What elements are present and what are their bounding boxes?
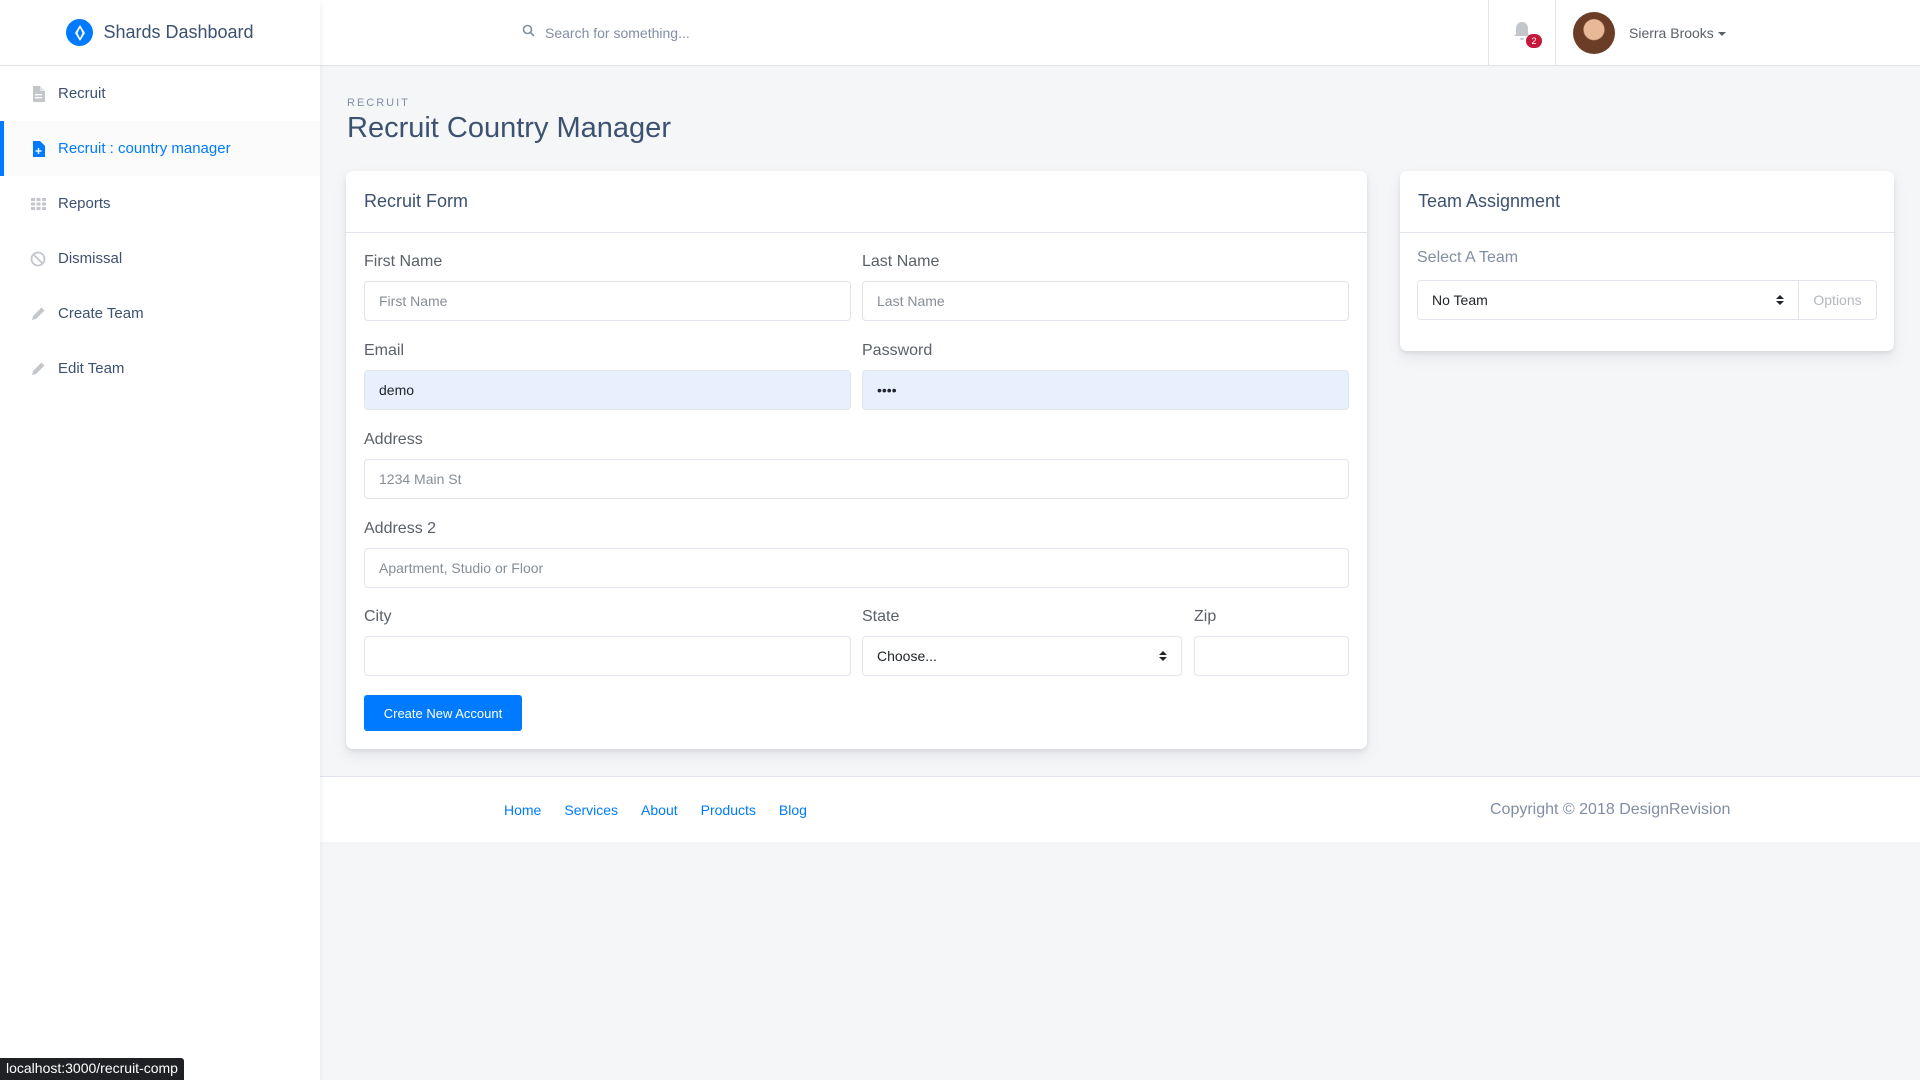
sidebar-item-edit-team[interactable]: Edit Team	[0, 341, 320, 396]
last-name-group: Last Name	[862, 253, 1349, 321]
notification-badge: 2	[1526, 34, 1542, 48]
user-menu[interactable]: Sierra Brooks	[1573, 0, 1726, 66]
notifications-button[interactable]: 2	[1488, 0, 1556, 66]
sidebar-item-create-team[interactable]: Create Team	[0, 286, 320, 341]
page-header: RECRUIT Recruit Country Manager	[347, 97, 671, 145]
footer-link-services[interactable]: Services	[564, 802, 618, 818]
card-title: Team Assignment	[1400, 171, 1894, 233]
sidebar-item-recruit-country-manager[interactable]: Recruit : country manager	[0, 121, 320, 176]
create-account-button[interactable]: Create New Account	[364, 695, 522, 731]
search-bar	[522, 24, 1422, 42]
sidebar-item-reports[interactable]: Reports	[0, 176, 320, 231]
address2-group: Address 2	[364, 520, 1349, 588]
caret-down-icon	[1717, 32, 1726, 37]
options-button[interactable]: Options	[1799, 281, 1876, 319]
footer-link-about[interactable]: About	[641, 802, 678, 818]
address-label: Address	[364, 431, 423, 448]
password-group: Password	[862, 342, 1349, 410]
topbar: 2 Sierra Brooks	[320, 0, 1920, 66]
shards-logo-icon	[66, 19, 94, 46]
password-label: Password	[862, 342, 933, 359]
page-title: Recruit Country Manager	[347, 112, 671, 144]
email-group: Email	[364, 342, 851, 410]
status-bar-url: localhost:3000/recruit-comp	[0, 1058, 184, 1080]
sidebar-item-label: Reports	[58, 195, 111, 212]
sidebar-item-label: Recruit : country manager	[58, 140, 231, 157]
card-title: Recruit Form	[346, 171, 1367, 233]
pencil-icon	[30, 361, 46, 377]
state-select[interactable]: Choose...	[862, 636, 1182, 676]
address-group: Address	[364, 431, 1349, 499]
sidebar: Shards Dashboard Recruit Recruit : count…	[0, 0, 320, 1080]
last-name-field[interactable]	[862, 281, 1349, 321]
select-team-label: Select A Team	[1417, 249, 1519, 266]
footer-link-home[interactable]: Home	[504, 802, 541, 818]
sidebar-item-label: Recruit	[58, 85, 106, 102]
team-select-group: No Team Options	[1417, 280, 1877, 320]
city-field[interactable]	[364, 636, 851, 676]
sidebar-item-label: Edit Team	[58, 360, 125, 377]
sidebar-nav: Recruit Recruit : country manager Report…	[0, 66, 320, 396]
address2-label: Address 2	[364, 520, 437, 537]
sort-arrows-icon	[1159, 651, 1167, 661]
sort-arrows-icon	[1776, 295, 1784, 305]
brand-name: Shards Dashboard	[103, 22, 254, 42]
copyright: Copyright © 2018 DesignRevision	[1490, 800, 1731, 818]
zip-field[interactable]	[1194, 636, 1349, 676]
search-input[interactable]	[545, 24, 945, 41]
address2-field[interactable]	[364, 548, 1349, 588]
file-icon	[30, 85, 46, 102]
state-group: State Choose...	[862, 608, 1182, 676]
sidebar-item-label: Dismissal	[58, 250, 123, 267]
footer-links: Home Services About Products Blog	[504, 802, 807, 818]
user-name: Sierra Brooks	[1629, 25, 1726, 41]
footer: Home Services About Products Blog Copyri…	[320, 776, 1920, 842]
file-add-icon	[30, 140, 46, 157]
grid-icon	[30, 196, 46, 212]
page-subtitle: RECRUIT	[347, 97, 410, 109]
sidebar-item-dismissal[interactable]: Dismissal	[0, 231, 320, 286]
search-icon	[522, 24, 535, 42]
team-select[interactable]: No Team	[1418, 281, 1799, 319]
team-select-value: No Team	[1432, 292, 1488, 308]
avatar	[1573, 12, 1615, 54]
zip-label: Zip	[1194, 608, 1217, 625]
email-label: Email	[364, 342, 405, 359]
pencil-icon	[30, 306, 46, 322]
footer-link-blog[interactable]: Blog	[779, 802, 807, 818]
email-field[interactable]	[364, 370, 851, 410]
password-field[interactable]	[862, 370, 1349, 410]
state-label: State	[862, 608, 900, 625]
sidebar-item-label: Create Team	[58, 305, 144, 322]
team-assignment-card: Team Assignment Select A Team No Team Op…	[1400, 171, 1894, 351]
address-field[interactable]	[364, 459, 1349, 499]
brand[interactable]: Shards Dashboard	[0, 0, 320, 66]
first-name-group: First Name	[364, 253, 851, 321]
city-label: City	[364, 608, 392, 625]
city-group: City	[364, 608, 851, 676]
last-name-label: Last Name	[862, 253, 940, 270]
state-select-value: Choose...	[877, 648, 937, 664]
zip-group: Zip	[1194, 608, 1349, 676]
first-name-label: First Name	[364, 253, 443, 270]
recruit-form-card: Recruit Form First Name Last Name Email …	[346, 171, 1367, 749]
block-icon	[30, 251, 46, 267]
first-name-field[interactable]	[364, 281, 851, 321]
sidebar-item-recruit[interactable]: Recruit	[0, 66, 320, 121]
footer-link-products[interactable]: Products	[701, 802, 756, 818]
